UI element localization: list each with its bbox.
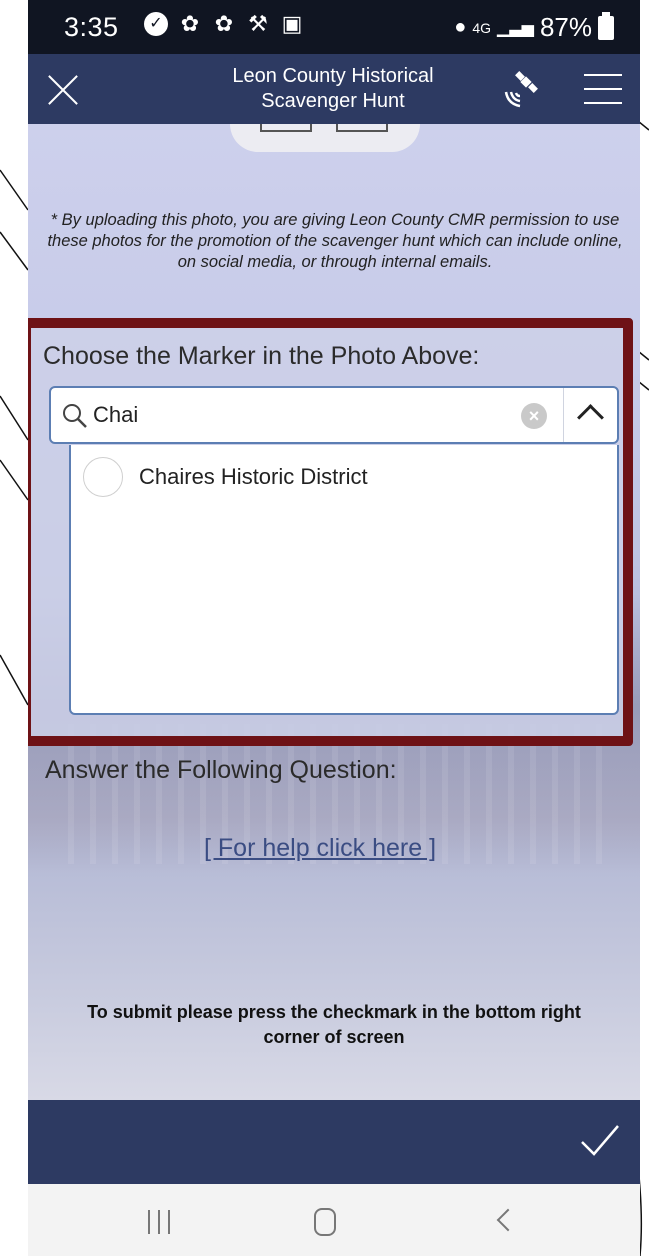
marker-options-list: Chaires Historic District bbox=[69, 445, 619, 715]
battery-icon bbox=[598, 11, 614, 40]
radio-button[interactable] bbox=[83, 457, 123, 497]
marker-select-section: Choose the Marker in the Photo Above: Ch… bbox=[28, 318, 633, 746]
satellite-gps-icon[interactable] bbox=[500, 70, 544, 110]
clear-search-icon[interactable]: × bbox=[521, 403, 547, 429]
status-time: 3:35 bbox=[64, 12, 119, 42]
app-notification-icon: ✿ bbox=[214, 11, 234, 36]
close-icon[interactable] bbox=[42, 68, 86, 112]
phone-screen: 3:35 ✓ ✿ ✿ ⚒ ▣ ● 4G ▁▃▅ 87% Leon County … bbox=[28, 0, 640, 1256]
home-icon[interactable] bbox=[314, 1208, 336, 1236]
notification-icons: ✓ ✿ ✿ ⚒ ▣ bbox=[144, 12, 304, 36]
help-link[interactable]: [ For help click here ] bbox=[204, 834, 436, 863]
status-right: ● 4G ▁▃▅ 87% bbox=[454, 11, 614, 43]
photo-disclaimer: * By uploading this photo, you are givin… bbox=[47, 211, 623, 271]
question-label: Answer the Following Question: bbox=[45, 756, 397, 784]
submit-instructions: To submit please press the checkmark in … bbox=[87, 1002, 581, 1047]
image-icon: ▣ bbox=[281, 11, 303, 36]
back-icon[interactable] bbox=[496, 1208, 520, 1232]
search-value: Chai bbox=[93, 402, 139, 427]
bottom-action-bar bbox=[28, 1100, 640, 1184]
submit-checkmark-icon[interactable] bbox=[576, 1116, 624, 1164]
signal-text: 4G bbox=[472, 19, 492, 36]
list-item[interactable]: Chaires Historic District bbox=[83, 457, 368, 497]
search-icon bbox=[63, 404, 87, 428]
system-navigation-bar bbox=[28, 1184, 640, 1256]
check-badge-icon: ✓ bbox=[144, 12, 168, 36]
hamburger-menu-icon[interactable] bbox=[584, 70, 622, 108]
recent-apps-icon[interactable] bbox=[148, 1210, 170, 1234]
status-bar: 3:35 ✓ ✿ ✿ ⚒ ▣ ● 4G ▁▃▅ 87% bbox=[28, 0, 640, 54]
app-header: Leon County Historical Scavenger Hunt bbox=[28, 54, 640, 124]
collapse-dropdown-chevron-up-icon[interactable] bbox=[563, 388, 617, 442]
option-label: Chaires Historic District bbox=[139, 464, 368, 489]
app-title: Leon County Historical Scavenger Hunt bbox=[232, 65, 434, 112]
marker-label: Choose the Marker in the Photo Above: bbox=[43, 342, 480, 370]
signal-icon: ▁▃▅ bbox=[497, 19, 534, 37]
missed-call-icon: ⚒ bbox=[248, 11, 268, 36]
battery-percent: 87% bbox=[539, 12, 592, 42]
form-content: * By uploading this photo, you are givin… bbox=[28, 124, 640, 1100]
marker-search-input[interactable]: Chai × bbox=[49, 386, 619, 444]
app-notification-icon: ✿ bbox=[180, 11, 200, 36]
location-icon: ● bbox=[454, 16, 467, 38]
photo-preview-card[interactable] bbox=[230, 124, 420, 152]
